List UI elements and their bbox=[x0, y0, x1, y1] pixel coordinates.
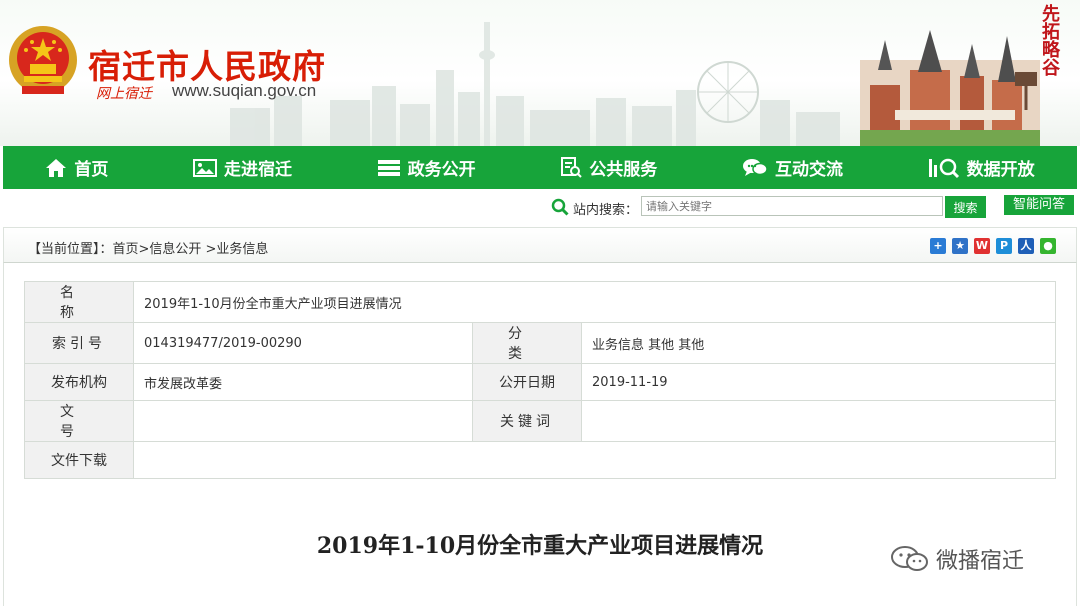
table-row: 文 号 关键词 bbox=[24, 400, 1056, 442]
keyword-value bbox=[581, 400, 1056, 442]
search-label: 站内搜索： bbox=[573, 203, 639, 218]
search-input[interactable] bbox=[641, 196, 943, 216]
download-label: 文件下载 bbox=[24, 441, 134, 479]
document-search-icon bbox=[561, 156, 583, 178]
keyword-label: 关键词 bbox=[472, 400, 582, 442]
publisher-label: 发布机构 bbox=[24, 363, 134, 401]
search-bar: 站内搜索： 搜索 智能问答 bbox=[0, 195, 1080, 221]
nav-item-label: 互动交流 bbox=[774, 160, 843, 180]
docno-label: 文 号 bbox=[24, 400, 134, 442]
nav-item-home[interactable]: 首页 bbox=[45, 155, 108, 180]
watermark-text: 微播宿迁 bbox=[936, 549, 1025, 574]
main-nav: 首页 走进宿迁 政务公开 公共服务 互动交流 数据开放 bbox=[3, 146, 1077, 189]
list-icon bbox=[377, 159, 400, 176]
share-icons: + ★ W P 人 ● bbox=[930, 238, 1056, 254]
share-plus-icon[interactable]: + bbox=[930, 238, 946, 254]
category-value: 业务信息 其他 其他 bbox=[581, 322, 1056, 364]
date-label: 公开日期 bbox=[472, 363, 582, 401]
document-meta-table: 名 称 2019年1-10月份全市重大产业项目进展情况 索引号 01431947… bbox=[24, 281, 1056, 479]
chat-icon bbox=[742, 158, 768, 176]
nav-item-label: 走进宿迁 bbox=[223, 160, 292, 180]
share-qzone-icon[interactable]: ★ bbox=[952, 238, 968, 254]
nav-item-label: 数据开放 bbox=[966, 160, 1035, 180]
docno-value bbox=[133, 400, 473, 442]
nav-item-about[interactable]: 走进宿迁 bbox=[192, 155, 292, 180]
share-renren-icon[interactable]: 人 bbox=[1018, 238, 1034, 254]
date-value: 2019-11-19 bbox=[581, 363, 1056, 401]
data-search-icon bbox=[928, 158, 959, 178]
nav-item-label: 公共服务 bbox=[589, 160, 658, 180]
table-row: 发布机构 市发展改革委 公开日期 2019-11-19 bbox=[24, 363, 1056, 401]
index-label: 索引号 bbox=[24, 322, 134, 364]
nav-item-label: 政务公开 bbox=[407, 160, 476, 180]
site-header: 宿迁市人民政府 网上宿迁 www.suqian.gov.cn 先拓略谷 bbox=[0, 0, 1080, 146]
share-tencent-weibo-icon[interactable]: P bbox=[996, 238, 1012, 254]
index-value: 014319477/2019-00290 bbox=[133, 322, 473, 364]
name-value: 2019年1-10月份全市重大产业项目进展情况 bbox=[133, 281, 1056, 323]
home-icon bbox=[46, 158, 67, 177]
table-row: 索引号 014319477/2019-00290 分 类 业务信息 其他 其他 bbox=[24, 322, 1056, 364]
search-icon bbox=[551, 198, 569, 216]
share-weibo-icon[interactable]: W bbox=[974, 238, 990, 254]
smart-qa-button[interactable]: 智能问答 bbox=[1004, 195, 1074, 215]
share-wechat-icon[interactable]: ● bbox=[1040, 238, 1056, 254]
national-emblem-icon bbox=[9, 26, 77, 94]
table-row: 文件下载 bbox=[24, 441, 1056, 479]
nav-item-label: 首页 bbox=[74, 160, 109, 180]
wechat-icon bbox=[891, 546, 928, 571]
breadcrumb: 【当前位置】：首页>信息公开 >业务信息 bbox=[28, 242, 269, 257]
nav-item-data[interactable]: 数据开放 bbox=[928, 155, 1035, 180]
breadcrumb-bar: 【当前位置】：首页>信息公开 >业务信息 + ★ W P 人 ● bbox=[3, 227, 1077, 263]
nav-item-interaction[interactable]: 互动交流 bbox=[742, 155, 843, 180]
site-url[interactable]: www.suqian.gov.cn bbox=[172, 81, 316, 101]
category-label: 分 类 bbox=[472, 322, 582, 364]
publisher-value: 市发展改革委 bbox=[133, 363, 473, 401]
calligraphy-text: 先拓略谷 bbox=[1039, 4, 1060, 76]
nav-item-services[interactable]: 公共服务 bbox=[560, 155, 657, 180]
picture-icon bbox=[192, 158, 217, 177]
download-value[interactable] bbox=[133, 441, 1056, 479]
name-label: 名 称 bbox=[24, 281, 134, 323]
search-button[interactable]: 搜索 bbox=[945, 196, 986, 218]
site-slogan: 网上宿迁 bbox=[96, 86, 152, 102]
wechat-watermark: 微播宿迁 bbox=[890, 543, 1024, 575]
table-row: 名 称 2019年1-10月份全市重大产业项目进展情况 bbox=[24, 281, 1056, 323]
nav-item-government[interactable]: 政务公开 bbox=[377, 155, 476, 180]
